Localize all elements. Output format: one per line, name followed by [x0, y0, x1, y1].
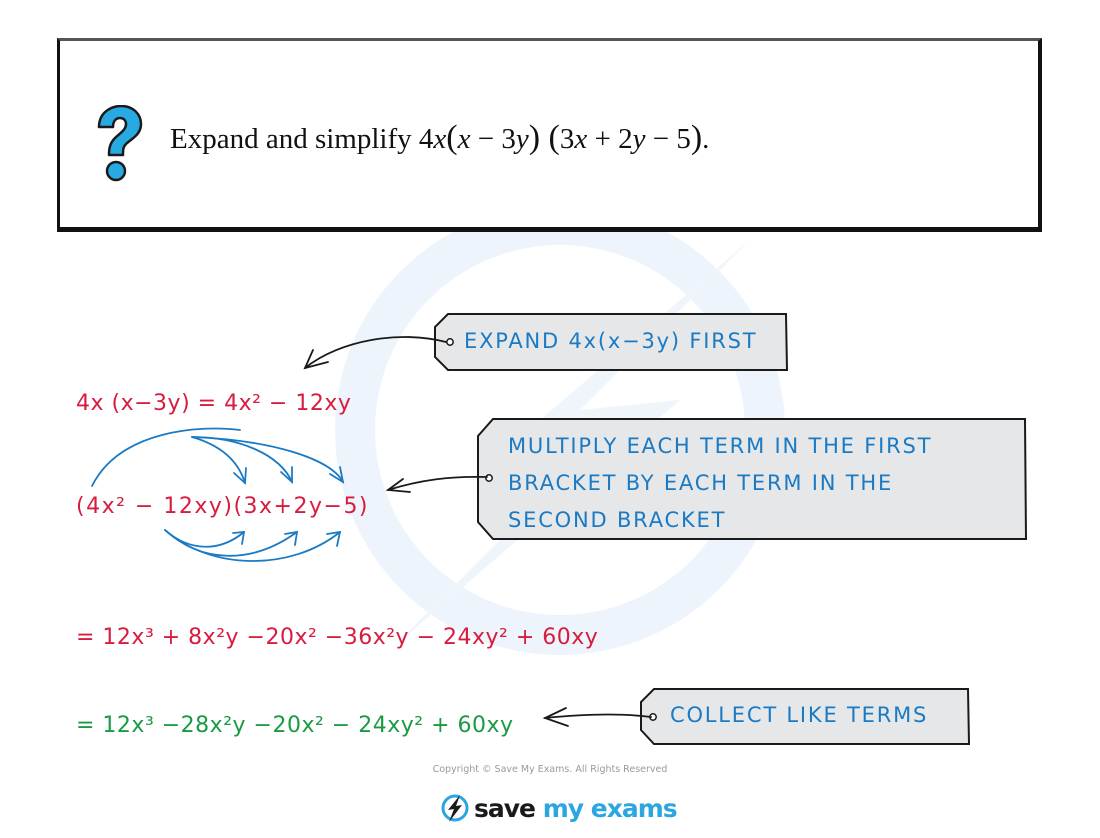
step-bracket-product: (4x² − 12xy)(3x+2y−5) — [76, 494, 370, 519]
annotation-multiply-each-term: MULTIPLY EACH TERM IN THE FIRST BRACKET … — [475, 418, 1028, 541]
multiply-arc-bottom-3 — [164, 529, 341, 562]
pointer-arrow-collect — [544, 713, 652, 719]
annotation-multiply-text: MULTIPLY EACH TERM IN THE FIRST BRACKET … — [508, 434, 933, 532]
multiply-arc-bottom-2-head — [284, 530, 299, 546]
annotation-expand-first: EXPAND 4x(x−3y) FIRST — [434, 313, 789, 371]
question-text: Expand and simplify 4x(x − 3y) (3x + 2y … — [170, 119, 709, 157]
save-my-exams-logo: save my exams — [440, 790, 678, 826]
multiply-arc-bottom-3-head — [326, 530, 342, 547]
multiply-arc-top-4 — [191, 436, 344, 483]
step-final-answer: = 12x³ −28x²y −20x² − 24xy² + 60xy — [76, 713, 514, 738]
multiply-arc-bottom-1-head — [232, 530, 246, 545]
question-mark-icon — [97, 105, 143, 182]
multiply-arc-top-3-head — [280, 466, 293, 485]
question-box: Expand and simplify 4x(x − 3y) (3x + 2y … — [57, 38, 1042, 232]
question-expression: 4x(x − 3y) (3x + 2y − 5). — [418, 119, 710, 156]
multiply-arc-top-3 — [191, 436, 293, 483]
multiply-arc-bottom-2 — [164, 529, 298, 557]
annotation-collect-text: COLLECT LIKE TERMS — [670, 703, 929, 727]
multiply-arc-top-2-head — [233, 467, 247, 485]
annotation-collect-like-terms: COLLECT LIKE TERMS — [640, 688, 971, 745]
pointer-arrowhead-expand — [303, 349, 329, 370]
annotation-expand-first-text: EXPAND 4x(x−3y) FIRST — [464, 329, 758, 353]
logo-wordmark: save my exams — [474, 793, 678, 823]
pointer-arrowhead-collect — [542, 707, 569, 727]
multiply-arc-top-1 — [91, 427, 241, 487]
multiply-arc-bottom-1 — [164, 529, 245, 548]
pointer-arrowhead-multiply — [385, 478, 411, 493]
step-expand-first-bracket: 4x (x−3y) = 4x² − 12xy — [76, 391, 352, 416]
multiply-arc-top-4-head — [329, 466, 345, 484]
lightning-bolt-icon — [441, 794, 469, 822]
question-prompt: Expand and simplify — [170, 123, 412, 155]
pointer-arrow-multiply — [387, 475, 488, 491]
copyright-notice: Copyright © Save My Exams. All Rights Re… — [432, 764, 668, 775]
step-expanded-terms: = 12x³ + 8x²y −20x² −36x²y − 24xy² + 60x… — [76, 625, 599, 650]
pointer-arrow-expand — [304, 336, 447, 369]
multiply-arc-top-2 — [191, 436, 246, 484]
